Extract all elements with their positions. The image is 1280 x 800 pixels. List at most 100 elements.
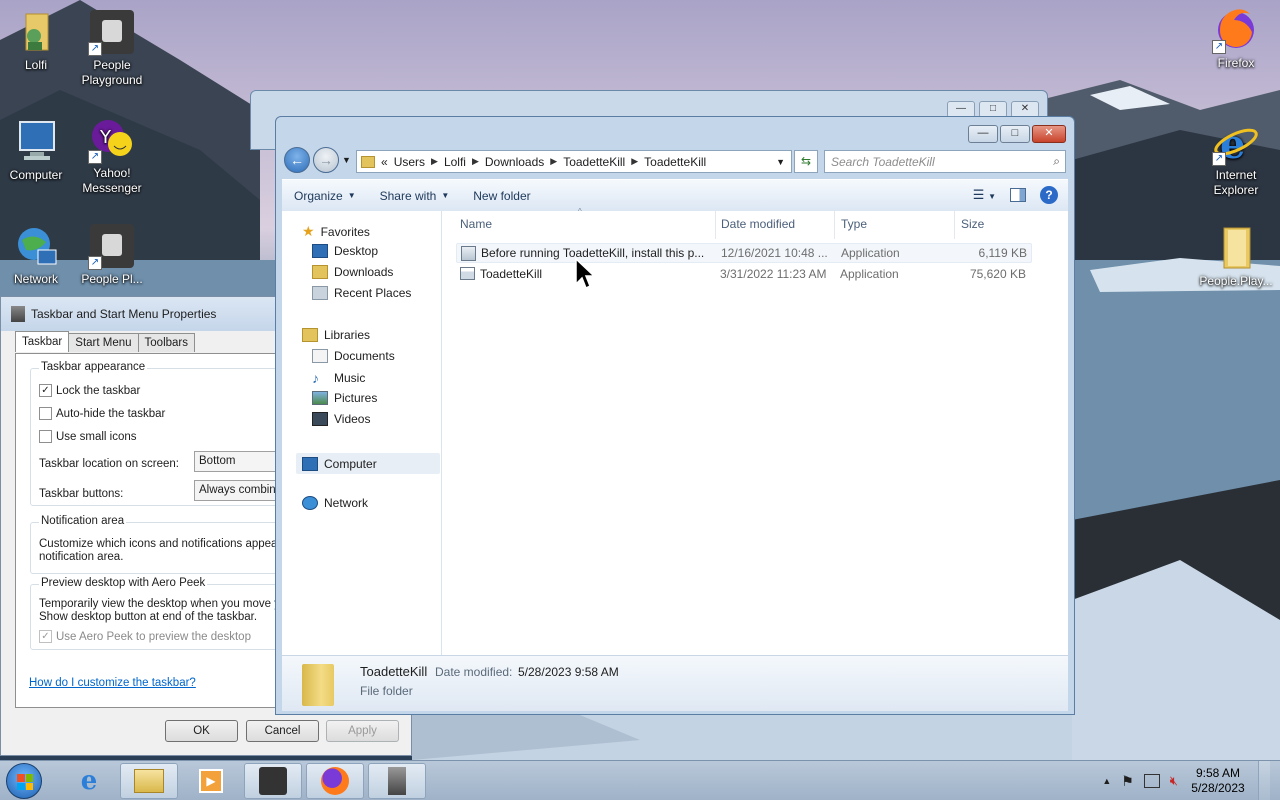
file-row[interactable]: Before running ToadetteKill, install thi… (456, 243, 1032, 263)
breadcrumb-separator-icon[interactable]: ▶ (550, 156, 557, 167)
column-separator[interactable] (834, 211, 835, 239)
apply-button[interactable]: Apply (326, 720, 399, 742)
breadcrumb-lolfi[interactable]: Lolfi (444, 155, 466, 169)
desktop-icon-people-play-folder[interactable]: People.Play... (1196, 224, 1276, 289)
taskbar-people-playground[interactable] (244, 763, 302, 799)
media-player-icon: ▶ (199, 769, 223, 793)
column-header-type[interactable]: Type (841, 217, 867, 231)
desktop-icon-lolfi[interactable]: Lolfi (0, 8, 76, 73)
breadcrumb-users[interactable]: Users (394, 155, 425, 169)
recent-pages-chevron-icon[interactable]: ▼ (342, 155, 351, 165)
breadcrumb-separator-icon[interactable]: ▶ (631, 156, 638, 167)
volume-muted-icon[interactable]: 🔇︎ (1170, 773, 1178, 789)
nav-computer[interactable]: Computer (296, 453, 440, 474)
nav-favorites[interactable]: ★ Favorites (302, 223, 370, 240)
desktop-icon-firefox[interactable]: ↗ Firefox (1196, 6, 1276, 71)
breadcrumb-separator-icon[interactable]: ▶ (431, 156, 438, 167)
downloads-folder-icon (312, 265, 328, 279)
autohide-row[interactable]: Auto-hide the taskbar (39, 407, 165, 420)
desktop-icon-computer[interactable]: Computer (0, 118, 76, 183)
help-link[interactable]: How do I customize the taskbar? (29, 677, 196, 689)
nav-downloads[interactable]: Downloads (312, 265, 393, 279)
desktop-icon-people-pl[interactable]: ↗ People Pl... (72, 222, 152, 287)
desktop-icon-people-playground[interactable]: ↗ People Playground (72, 8, 152, 88)
taskbar-taskbar-properties[interactable] (368, 763, 426, 799)
small-icons-checkbox[interactable] (39, 430, 52, 443)
nav-label: Network (324, 496, 369, 510)
breadcrumb-separator-icon[interactable]: ▶ (472, 156, 479, 167)
desktop-icon-internet-explorer[interactable]: e ↗ Internet Explorer (1196, 118, 1276, 198)
file-row[interactable]: ToadetteKill 3/31/2022 11:23 AM Applicat… (456, 264, 1032, 284)
organize-button[interactable]: Organize ▼ (282, 189, 368, 203)
nav-music[interactable]: ♪ Music (312, 370, 365, 386)
file-date: 12/16/2021 10:48 ... (721, 246, 828, 260)
column-header-size[interactable]: Size (961, 217, 984, 231)
lock-taskbar-checkbox[interactable]: ✓ (39, 384, 52, 397)
search-icon[interactable]: ⌕ (1053, 154, 1060, 169)
maximize-button[interactable]: □ (1000, 125, 1030, 143)
column-header-name[interactable]: Name (460, 217, 492, 231)
address-dropdown-icon[interactable]: ▼ (776, 157, 785, 167)
explorer-window[interactable]: — □ ✕ ← → ▼ « Users ▶ Lolfi ▶ Downloads … (275, 116, 1075, 715)
show-hidden-icons-icon[interactable]: ▲ (1102, 776, 1111, 786)
taskbar-settings-icon (11, 306, 25, 322)
nav-libraries[interactable]: Libraries (302, 328, 370, 342)
column-separator[interactable] (715, 211, 716, 239)
new-folder-button[interactable]: New folder (461, 189, 542, 203)
nav-label: Documents (334, 349, 395, 363)
breadcrumb-overflow[interactable]: « (381, 155, 388, 169)
network-icon (302, 496, 318, 510)
breadcrumb-toadettekill[interactable]: ToadetteKill (563, 155, 625, 169)
firefox-icon (321, 767, 349, 795)
desktop-icon-label: Network (13, 272, 58, 286)
tab-start-menu[interactable]: Start Menu (68, 333, 139, 352)
file-name: Before running ToadetteKill, install thi… (481, 246, 705, 260)
view-options-icon[interactable]: ☰ ▼ (973, 187, 996, 203)
start-button[interactable] (6, 763, 42, 799)
lock-taskbar-row[interactable]: ✓ Lock the taskbar (39, 384, 140, 397)
taskbar-internet-explorer[interactable]: e (60, 763, 118, 799)
forward-button[interactable]: → (313, 147, 339, 173)
taskbar-windows-explorer[interactable] (120, 763, 178, 799)
tab-toolbars[interactable]: Toolbars (137, 333, 195, 352)
minimize-button[interactable]: — (968, 125, 998, 143)
file-name: ToadetteKill (480, 267, 543, 281)
search-input[interactable]: Search ToadetteKill ⌕ (824, 150, 1066, 173)
autohide-checkbox[interactable] (39, 407, 52, 420)
breadcrumb-downloads[interactable]: Downloads (485, 155, 544, 169)
cancel-button[interactable]: Cancel (246, 720, 319, 742)
ok-button[interactable]: OK (165, 720, 238, 742)
desktop-icon-network[interactable]: Network (0, 222, 76, 287)
preview-pane-icon[interactable] (1010, 188, 1026, 202)
show-desktop-button[interactable] (1258, 761, 1270, 800)
shortcut-arrow-icon: ↗ (88, 256, 102, 270)
nav-desktop[interactable]: Desktop (312, 244, 378, 258)
address-bar[interactable]: « Users ▶ Lolfi ▶ Downloads ▶ ToadetteKi… (356, 150, 792, 173)
internet-explorer-icon: e ↗ (1212, 118, 1260, 168)
breadcrumb-toadettekill-current[interactable]: ToadetteKill (644, 155, 706, 169)
share-with-button[interactable]: Share with ▼ (368, 189, 462, 203)
nav-pictures[interactable]: Pictures (312, 391, 377, 405)
nav-recent-places[interactable]: Recent Places (312, 286, 411, 300)
action-center-flag-icon[interactable]: ⚑ (1121, 773, 1134, 790)
column-header-date[interactable]: Date modified (721, 217, 795, 231)
clock[interactable]: 9:58 AM 5/28/2023 (1188, 766, 1248, 796)
back-button[interactable]: ← (284, 147, 310, 173)
column-separator[interactable] (954, 211, 955, 239)
nav-network[interactable]: Network (302, 496, 368, 510)
close-button[interactable]: ✕ (1032, 125, 1066, 143)
network-status-icon[interactable] (1143, 774, 1160, 788)
tab-taskbar[interactable]: Taskbar (15, 331, 70, 352)
nav-videos[interactable]: Videos (312, 412, 370, 426)
shortcut-arrow-icon: ↗ (1212, 40, 1226, 54)
taskbar-media-player[interactable]: ▶ (182, 763, 240, 799)
nav-documents[interactable]: Documents (312, 349, 395, 363)
file-type: Application (841, 246, 900, 260)
desktop-icon-yahoo-messenger[interactable]: Y ↗ Yahoo! Messenger (72, 116, 152, 196)
internet-explorer-icon: e (80, 766, 98, 796)
refresh-button[interactable]: ⇆ (794, 150, 818, 173)
small-icons-row[interactable]: Use small icons (39, 430, 137, 443)
help-icon[interactable]: ? (1040, 186, 1058, 204)
content-area: ★ Favorites Desktop Downloads Recent Pla… (282, 207, 1068, 655)
taskbar-firefox[interactable] (306, 763, 364, 799)
